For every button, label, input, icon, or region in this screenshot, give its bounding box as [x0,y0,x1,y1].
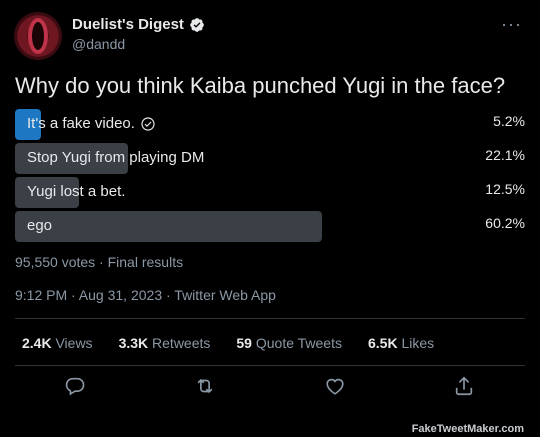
tweet-actions [0,375,540,403]
likes-stat[interactable]: 6.5K Likes [368,335,434,351]
poll-votes: 95,550 votes · Final results [15,254,184,270]
poll-option-label: It's a fake video. [27,115,135,132]
verified-badge-icon [190,17,204,32]
check-circle-icon [141,116,155,131]
divider [15,318,525,319]
poll-option-label: Stop Yugi from playing DM [27,149,205,166]
quote-tweets-stat[interactable]: 59 Quote Tweets [236,335,342,351]
poll-option: It's a fake video. 5.2% [15,109,525,140]
display-name[interactable]: Duelist's Digest [72,16,184,33]
retweet-icon[interactable] [194,375,216,397]
poll-option-percent: 5.2% [493,113,525,129]
reply-icon[interactable] [64,375,86,397]
poll-option-percent: 60.2% [485,215,525,231]
avatar[interactable] [14,12,62,60]
tweet-header: Duelist's Digest @dandd ··· [14,12,526,60]
tweet-timestamp[interactable]: 9:12 PM · Aug 31, 2023 · Twitter Web App [15,287,276,303]
poll-bar [15,211,322,242]
tweet-text: Why do you think Kaiba punched Yugi in t… [15,73,506,98]
retweets-stat[interactable]: 3.3K Retweets [119,335,211,351]
views-stat[interactable]: 2.4K Views [22,335,93,351]
name-line: Duelist's Digest [72,16,205,33]
poll-option: Yugi lost a bet. 12.5% [15,177,525,208]
tweet-stats: 2.4K Views 3.3K Retweets 59 Quote Tweets… [22,335,434,351]
share-icon[interactable] [453,375,475,397]
poll: It's a fake video. 5.2% Stop Yugi from p… [15,109,525,245]
divider [15,365,525,366]
poll-option-label: Yugi lost a bet. [27,183,126,200]
poll-option-percent: 12.5% [485,181,525,197]
poll-option: Stop Yugi from playing DM 22.1% [15,143,525,174]
poll-option-label: ego [27,217,53,234]
watermark: FakeTweetMaker.com [411,423,524,435]
poll-option: ego 60.2% [15,211,525,242]
more-icon[interactable]: ··· [501,14,522,35]
heart-icon[interactable] [324,375,346,397]
poll-option-percent: 22.1% [485,147,525,163]
handle[interactable]: @dandd [72,36,125,52]
